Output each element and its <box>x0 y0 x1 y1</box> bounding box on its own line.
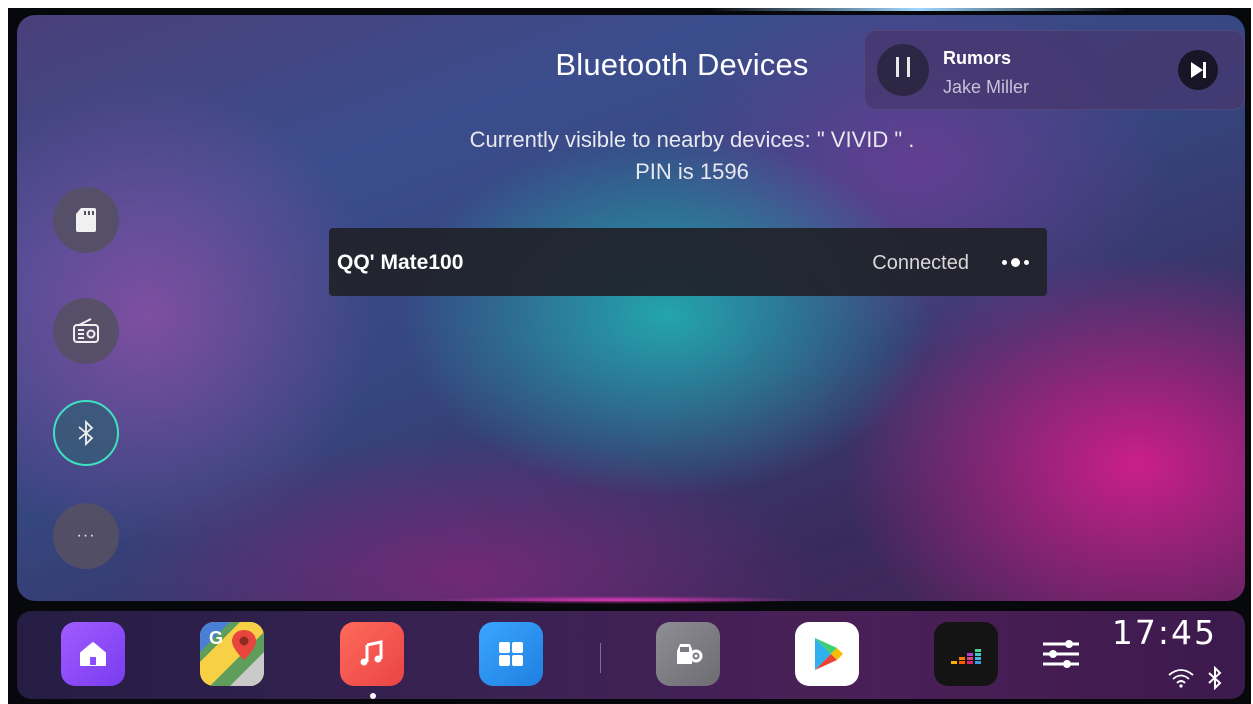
apps-grid-icon <box>499 642 523 666</box>
pause-icon <box>892 56 914 84</box>
device-name: QQ' Mate100 <box>337 251 464 274</box>
deezer-icon <box>951 649 981 664</box>
equalizer-settings-button[interactable] <box>1033 622 1089 686</box>
car-settings-app[interactable] <box>656 622 720 686</box>
dot-icon <box>1010 257 1020 267</box>
track-title: Rumors <box>943 48 1012 68</box>
clock: 17:45 <box>1111 613 1217 652</box>
more-icon: ··· <box>76 527 96 544</box>
sd-card-icon <box>76 208 96 232</box>
page-title: Bluetooth Devices <box>555 47 809 82</box>
main-panel: Bluetooth Devices Currently visible to n… <box>17 15 1245 601</box>
wifi-icon <box>1168 669 1194 688</box>
maps-icon: G <box>200 622 264 686</box>
apps-grid-app[interactable] <box>479 622 543 686</box>
pause-button[interactable] <box>877 44 929 96</box>
dock-separator <box>600 643 601 673</box>
skip-next-icon <box>1191 62 1206 78</box>
radio-button[interactable] <box>53 298 119 364</box>
car-settings-icon <box>677 644 703 664</box>
play-store-icon <box>815 638 843 670</box>
pin-text: PIN is 1596 <box>635 159 749 184</box>
bluetooth-status-icon <box>1208 666 1222 690</box>
home-icon <box>80 642 106 666</box>
music-icon <box>360 640 383 666</box>
bluetooth-icon <box>78 419 94 447</box>
dock-glow <box>428 596 808 604</box>
more-button[interactable]: ··· <box>53 503 119 569</box>
next-track-button[interactable] <box>1178 50 1218 90</box>
screen-frame: Bluetooth Devices Currently visible to n… <box>8 8 1251 704</box>
svg-text:G: G <box>209 628 223 648</box>
maps-app[interactable]: G <box>200 622 264 686</box>
sd-card-button[interactable] <box>53 187 119 253</box>
music-app[interactable] <box>340 622 404 686</box>
play-store-app[interactable] <box>795 622 859 686</box>
dot-icon <box>1023 259 1029 265</box>
active-app-indicator <box>370 693 376 699</box>
radio-icon <box>73 318 99 343</box>
now-playing-widget[interactable]: Rumors Jake Miller <box>864 30 1245 110</box>
track-artist: Jake Miller <box>943 77 1030 97</box>
home-app[interactable] <box>61 622 125 686</box>
equalizer-settings-icon <box>1043 640 1079 668</box>
bluetooth-button[interactable] <box>53 400 119 466</box>
top-glow <box>708 8 1128 11</box>
device-row[interactable]: QQ' Mate100 Connected <box>329 228 1047 296</box>
dot-icon <box>1001 259 1007 265</box>
device-options-button[interactable] <box>993 254 1037 270</box>
dock: G 17:45 <box>17 611 1245 699</box>
visibility-text: Currently visible to nearby devices: " V… <box>469 127 915 152</box>
device-status: Connected <box>872 252 969 274</box>
deezer-app[interactable] <box>934 622 998 686</box>
status-icons <box>1167 666 1223 690</box>
